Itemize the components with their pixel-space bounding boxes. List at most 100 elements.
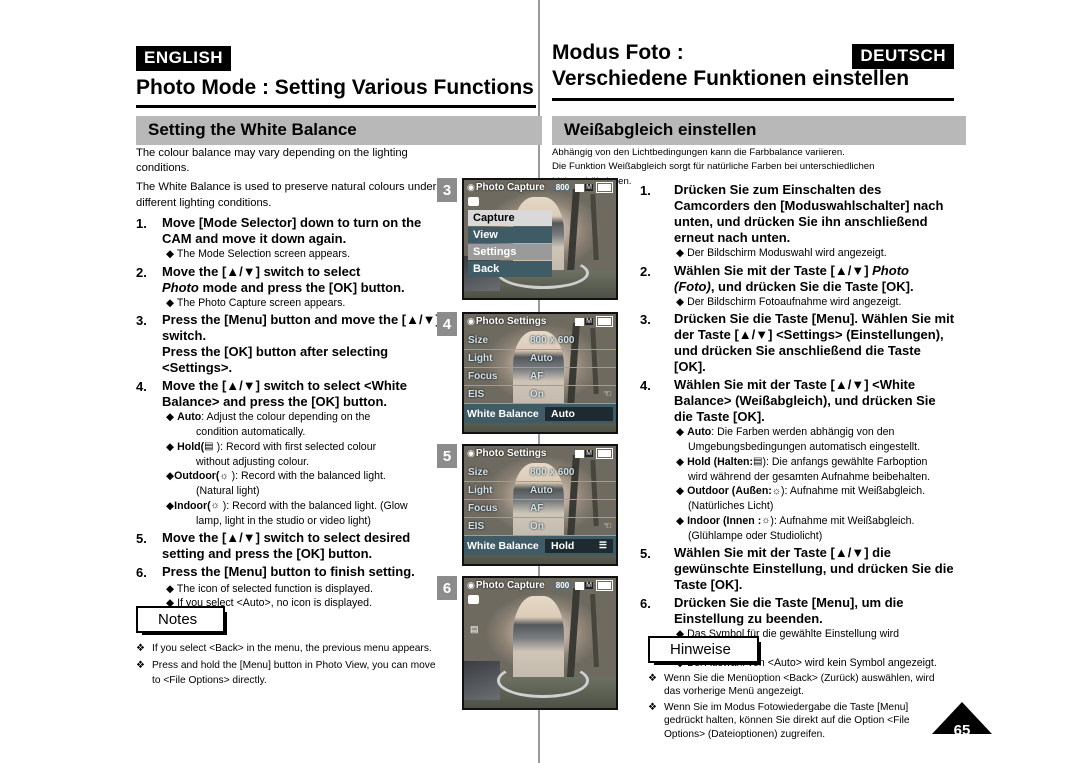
step-number: 5.: [640, 546, 651, 562]
step-text-italic: Photo: [872, 262, 909, 278]
step-text: Drücken Sie die Taste [Menu], um die Ein…: [674, 595, 904, 627]
wb-option-desc: ): Record with first selected colour: [213, 440, 377, 453]
photo-capture-icon: ◉: [467, 580, 475, 590]
english-step-6: 6. Press the [Menu] button to finish set…: [136, 564, 442, 581]
step-text: Move the [▲/▼] switch to select desired …: [162, 530, 411, 562]
step-number: 3.: [136, 313, 147, 329]
header-rule-right: [552, 97, 954, 101]
page-number: 65: [953, 722, 971, 739]
white-balance-value-box[interactable]: Hold ☰: [545, 538, 613, 553]
step-text: Drücken Sie zum Einschalten des Camcorde…: [674, 182, 944, 245]
step-text-part: Move the [▲/▼] switch to select: [162, 263, 361, 279]
menu-item-view[interactable]: View: [468, 227, 552, 243]
resolution-badge: 800: [552, 183, 573, 192]
wb-option-hold-cont: without adjusting colour.: [196, 455, 310, 468]
camera-screen-6: ◉ Photo Capture 800 M ▤: [462, 576, 618, 710]
step-number: 2.: [640, 263, 651, 279]
flash-icon: [468, 197, 479, 206]
wb-option-indoor: ◆Indoor(☼ ): Record with the balanced li…: [166, 499, 408, 512]
setting-value: AF: [530, 503, 544, 514]
deutsch-step-2-note: ◆ Der Bildschirm Fotoaufnahme wird angez…: [676, 295, 902, 308]
english-step-6-note-a: ◆ The icon of selected function is displ…: [166, 582, 374, 595]
setting-row-light[interactable]: Light Auto: [464, 350, 616, 368]
wb-option-name: Hold(: [177, 440, 205, 453]
wb-option-hold: ◆ Hold(▤ ): Record with first selected c…: [166, 440, 377, 453]
photo-settings-icon: ◉: [467, 316, 475, 326]
step-chip-6: 6: [437, 576, 457, 600]
setting-value: On: [530, 521, 544, 532]
manual-page: ENGLISH Photo Mode : Setting Various Fun…: [0, 0, 1080, 763]
step-text-italic: Photo: [162, 279, 199, 295]
wb-option-desc: : Adjust the colour depending on the: [201, 411, 371, 424]
setting-value: On: [530, 389, 544, 400]
page-title-deutsch-line2: Verschiedene Funktionen einstellen: [552, 67, 910, 91]
step-text: Wählen Sie mit der Taste [▲/▼] Photo (Fot…: [674, 263, 914, 295]
screen-status-bar: ◉ Photo Settings M: [464, 446, 616, 461]
settings-rows: Size 800 x 600 Light Auto Focus AF EIS On ☜ W…: [464, 464, 616, 555]
screen-title: Photo Capture: [475, 580, 545, 591]
hold-wb-icon: ☰: [598, 540, 607, 550]
screen-title: Photo Capture: [475, 182, 545, 193]
deutsch-step-3: 3. Drücken Sie die Taste [Menu]. Wählen …: [640, 311, 956, 375]
screen-title: Photo Settings: [475, 316, 547, 327]
step-text-part: Press the [Menu] button and move the [▲/…: [162, 312, 440, 344]
setting-row-eis[interactable]: EIS On ☜: [464, 386, 616, 404]
screen-status-bar: ◉ Photo Capture 800 M: [464, 180, 616, 195]
deutsch-wb-option-hold: ◆ Hold (Halten:▤): Die anfangs gewählte …: [676, 455, 928, 468]
white-balance-value-box[interactable]: Auto: [545, 406, 613, 421]
battery-icon: [596, 182, 613, 193]
setting-value: Auto: [530, 485, 553, 496]
menu-item-settings[interactable]: Settings: [468, 244, 552, 260]
deutsch-wb-option-outdoor: ◆ Outdoor (Außen:☼): Aufnahme mit Weißab…: [676, 485, 926, 498]
deutsch-wb-option-auto-cont: Umgebungsbedingungen automatisch eingest…: [688, 441, 921, 454]
step-chip-4: 4: [437, 312, 457, 336]
car-decor: [464, 661, 501, 701]
screen-title: Photo Settings: [475, 448, 547, 459]
note-text: Der Bildschirm Fotoaufnahme wird angezei…: [687, 295, 902, 308]
setting-row-white-balance[interactable]: White Balance Hold ☰: [464, 536, 616, 555]
setting-row-white-balance[interactable]: White Balance Auto: [464, 404, 616, 423]
step-text: Wählen Sie mit der Taste [▲/▼] die gewün…: [674, 545, 954, 593]
wb-option-auto-cont: condition automatically.: [196, 426, 306, 439]
english-step-2: 2. Move the [▲/▼] switch to select Photo…: [136, 264, 442, 296]
english-body: The colour balance may vary depending on…: [136, 146, 442, 612]
section-title-deutsch: Weißabgleich einstellen: [552, 116, 966, 145]
memory-card-icon: [575, 449, 585, 458]
step-text: Move the [▲/▼] switch to select <White B…: [162, 378, 407, 410]
notes-list-deutsch: ❖ Wenn Sie die Menüoption <Back> (Zurück)…: [648, 672, 948, 743]
hold-wb-icon: ▤: [204, 441, 214, 453]
camera-screen-5: ◉ Photo Settings M Size 800 x 600 Light Au…: [462, 444, 618, 566]
menu-item-capture[interactable]: Capture: [468, 210, 552, 226]
wb-option-desc: ): Aufnahme mit Weißabgleich.: [781, 485, 926, 498]
setting-value: Auto: [530, 353, 553, 364]
deutsch-wb-option-indoor-cont: (Glühlampe oder Studiolicht): [688, 529, 823, 542]
setting-label: Focus: [468, 371, 498, 382]
notes-list-english: ❖ If you select <Back> in the menu, the p…: [136, 642, 436, 690]
english-lead-2: The White Balance is used to preserve na…: [136, 181, 437, 209]
wb-option-outdoor-cont: (Natural light): [196, 485, 260, 498]
deutsch-step-2: 2. Wählen Sie mit der Taste [▲/▼] Photo (…: [640, 263, 956, 295]
note-item: ❖ Press and hold the [Menu] button in Pho…: [136, 659, 436, 689]
english-lead-1: The colour balance may vary depending on…: [136, 147, 408, 175]
english-header: ENGLISH Photo Mode : Setting Various Fun…: [136, 46, 536, 109]
wb-option-desc: ): Record with the balanced light. (Glow: [219, 499, 408, 512]
setting-label: White Balance: [467, 539, 539, 552]
setting-row-eis[interactable]: EIS On ☜: [464, 518, 616, 536]
sun-outdoor-icon: ☼: [771, 485, 781, 497]
screen-status-bar: ◉ Photo Settings M: [464, 314, 616, 329]
deutsch-step-5: 5. Wählen Sie mit der Taste [▲/▼] die ge…: [640, 545, 956, 593]
setting-row-focus[interactable]: Focus AF: [464, 368, 616, 386]
setting-row-focus[interactable]: Focus AF: [464, 500, 616, 518]
setting-row-size[interactable]: Size 800 x 600: [464, 464, 616, 482]
step-number: 6.: [136, 565, 147, 581]
setting-row-light[interactable]: Light Auto: [464, 482, 616, 500]
menu-item-back[interactable]: Back: [468, 261, 552, 277]
english-step-1-note: ◆ The Mode Selection screen appears.: [166, 247, 351, 260]
setting-row-size[interactable]: Size 800 x 600: [464, 332, 616, 350]
setting-label: EIS: [468, 521, 485, 532]
memory-card-icon: [575, 183, 585, 192]
notes-box-deutsch: Hinweise: [648, 636, 761, 665]
setting-value: Hold: [551, 539, 575, 552]
setting-value: 800 x 600: [530, 335, 575, 346]
step-number: 3.: [640, 312, 651, 328]
